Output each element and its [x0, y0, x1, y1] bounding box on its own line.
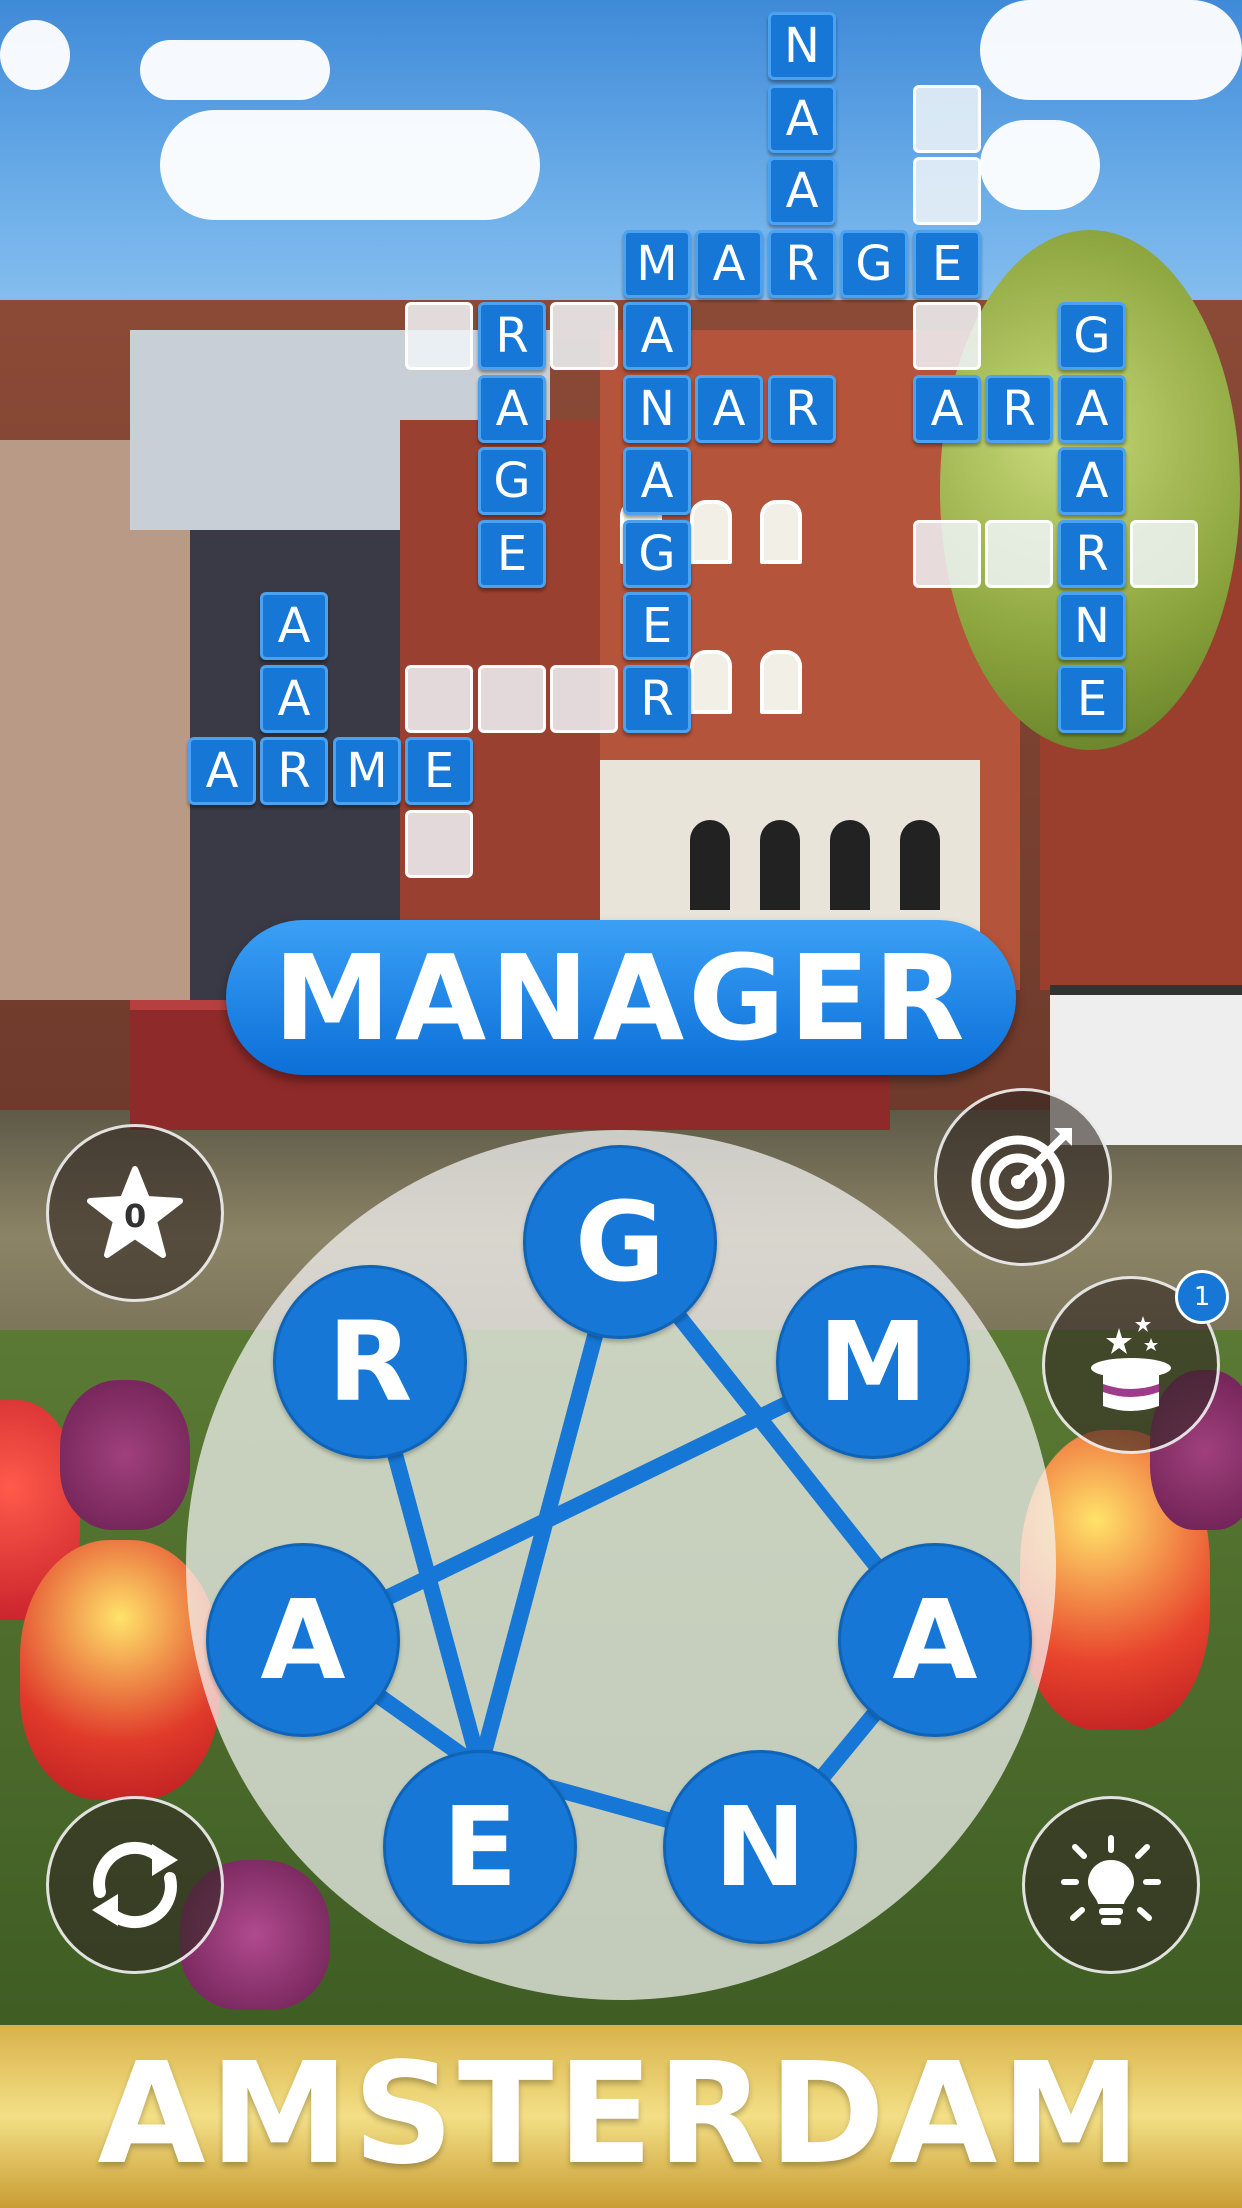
shuffle-button[interactable] — [46, 1796, 224, 1974]
magic-hat-icon — [1091, 1316, 1171, 1411]
stars-count: 0 — [124, 1197, 147, 1235]
wheel-letter-a[interactable]: A — [206, 1543, 400, 1737]
wheel-letter-g[interactable]: G — [523, 1145, 717, 1339]
wheel-letter-e[interactable]: E — [383, 1750, 577, 1944]
lightbulb-icon — [1061, 1835, 1161, 1925]
magic-hat-count-badge: 1 — [1175, 1270, 1229, 1324]
wheel-letter-r[interactable]: R — [273, 1265, 467, 1459]
wheel-letter-m[interactable]: M — [776, 1265, 970, 1459]
target-button[interactable] — [934, 1088, 1112, 1266]
wheel-letter-a[interactable]: A — [838, 1543, 1032, 1737]
wheel-letter-n[interactable]: N — [663, 1750, 857, 1944]
level-name: AMSTERDAM — [97, 2033, 1145, 2196]
stars-button[interactable]: 0 — [46, 1124, 224, 1302]
shuffle-icon — [92, 1841, 178, 1929]
hint-button[interactable] — [1022, 1796, 1200, 1974]
target-icon — [971, 1128, 1072, 1229]
